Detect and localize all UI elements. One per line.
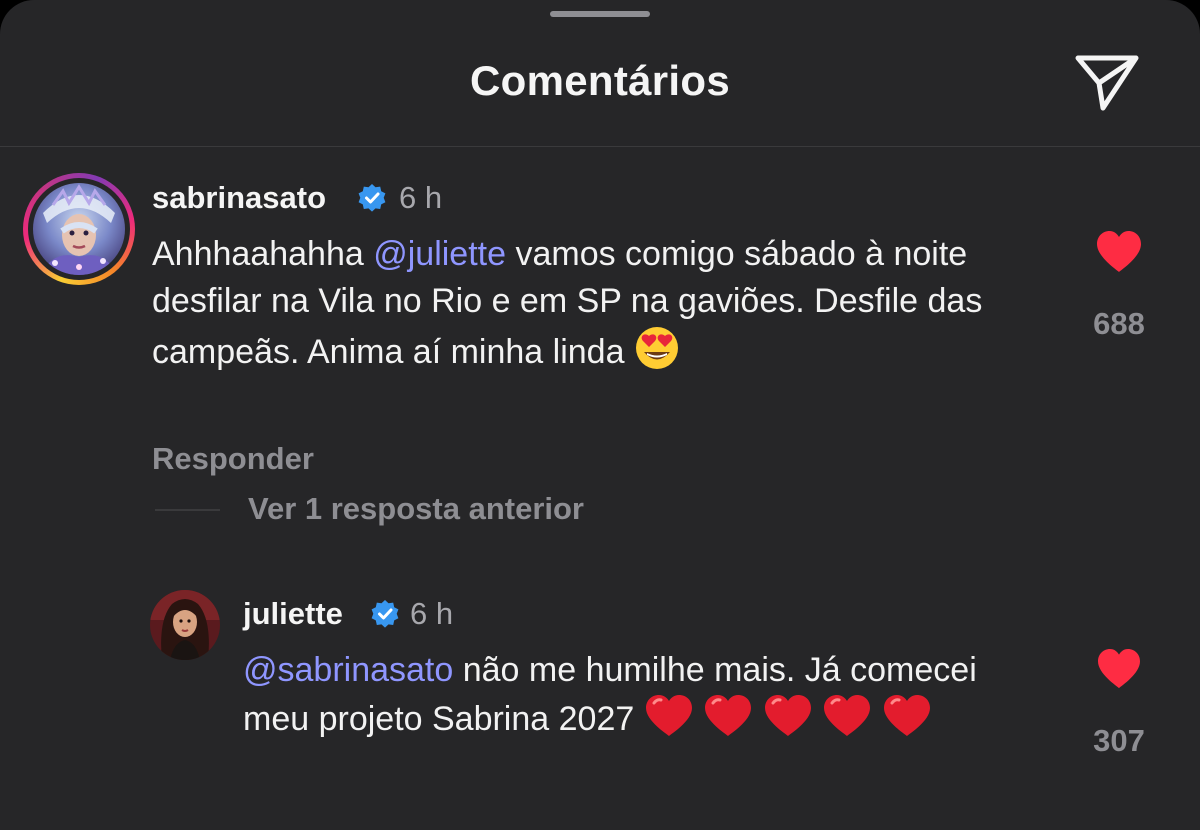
red-heart-emoji-icon: [645, 695, 692, 736]
red-heart-emoji-icon: [705, 695, 752, 736]
comments-sheet: Comentários sabrinasato 6 h Ahhhaahahha …: [0, 0, 1200, 830]
verified-badge-icon: [371, 600, 399, 628]
avatar-juliette[interactable]: [150, 590, 220, 660]
mention-link[interactable]: @sabrinasato: [243, 651, 453, 689]
page-title: Comentários: [469, 57, 731, 104]
header-divider: [0, 146, 1200, 147]
replies-divider: [155, 509, 220, 511]
red-heart-emoji-icon: [824, 695, 871, 736]
reply-button[interactable]: Responder: [152, 441, 314, 477]
verified-badge-icon: [358, 184, 386, 212]
like-heart-icon[interactable]: [1095, 230, 1143, 274]
reply-time: 6 h: [410, 596, 454, 631]
heart-eyes-emoji-icon: [635, 327, 678, 369]
like-heart-icon[interactable]: [1096, 648, 1142, 690]
like-count: 307: [1093, 723, 1145, 758]
comment-time: 6 h: [399, 180, 443, 215]
mention-link[interactable]: @juliette: [373, 235, 506, 273]
sheet-grabber[interactable]: [550, 11, 650, 17]
view-replies-button[interactable]: Ver 1 resposta anterior: [248, 491, 584, 527]
paper-plane-icon[interactable]: [1072, 50, 1142, 114]
comment-username[interactable]: sabrinasato: [152, 180, 326, 216]
reply-username[interactable]: juliette: [243, 596, 343, 632]
red-heart-emoji-icon: [883, 695, 930, 736]
red-heart-emoji-icon: [764, 695, 811, 736]
avatar-sabrinasato[interactable]: [23, 173, 135, 285]
like-count: 688: [1093, 306, 1145, 341]
comment-text: Ahhhaahahha @juliette vamos comigo sábad…: [152, 235, 983, 371]
reply-text: @sabrinasato não me humilhe mais. Já com…: [243, 651, 977, 738]
